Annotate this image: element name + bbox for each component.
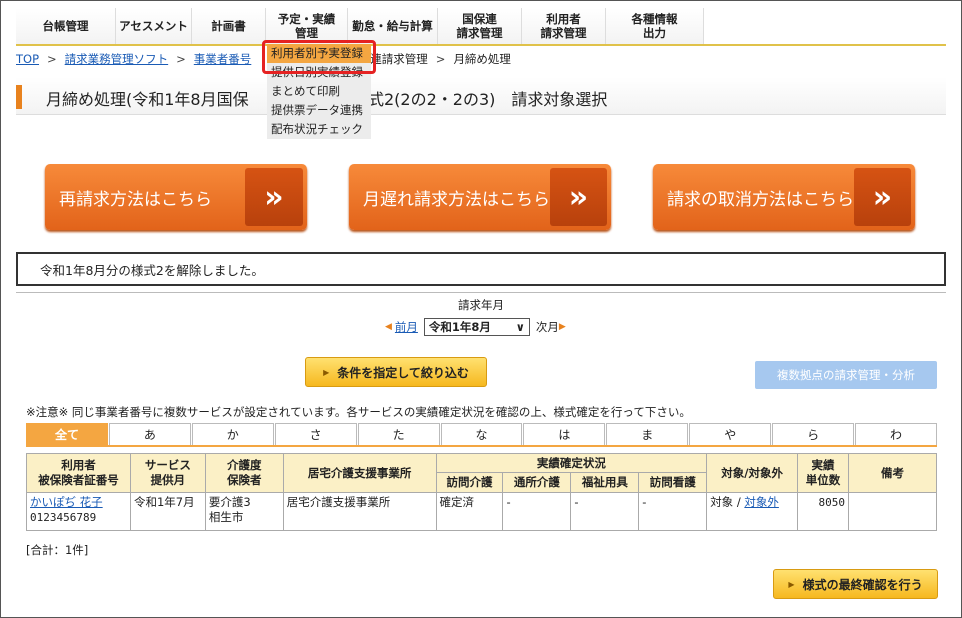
filter-conditions-button[interactable]: ▶ 条件を指定して絞り込む [305,357,487,387]
menu-item-distribution-check[interactable]: 配布状況チェック [267,120,371,139]
care-level: 要介護3 [208,495,251,509]
header-remarks: 備考 [848,453,937,493]
page-title-bar: 月締め処理(令和1年8月国保 式2(2の2・2の3) 請求対象選択 [16,77,946,115]
menu-item-batch-print[interactable]: まとめて印刷 [267,82,371,101]
insurer: 相生市 [208,510,244,524]
target-label: 対象 [710,495,734,509]
target-separator: / [733,495,745,509]
header-service-month: サービス 提供月 [129,453,206,493]
page-title-part1: 月締め処理(令和1年8月国保 [46,90,249,109]
title-accent [16,85,22,109]
page-title-part2: 式2(2の2・2の3) 請求対象選択 [368,90,608,109]
header-user: 利用者 被保険者証番号 [26,453,131,493]
insured-number: 0123456789 [30,511,97,524]
header-target: 対象/対象外 [706,453,799,493]
multi-site-billing-button[interactable]: 複数拠点の請求管理・分析 [755,361,937,389]
breadcrumb-separator: > [435,52,446,66]
prev-month-link[interactable]: 前月 [395,319,418,335]
menu-item-data-link[interactable]: 提供票データ連携 [267,101,371,120]
tab-ma[interactable]: ま [606,423,689,445]
nav-kokuho[interactable]: 国保連 請求管理 [438,8,522,44]
rebill-method-label: 再請求方法はこちら [59,189,212,210]
user-name-link[interactable]: かいぽぢ 花子 [30,495,103,509]
final-confirm-button[interactable]: ▶ 様式の最終確認を行う [773,569,938,599]
breadcrumb-current: 月締め処理 [453,52,511,66]
cell-care-level: 要介護3 相生市 [204,492,284,531]
nav-attendance[interactable]: 勤怠・給与計算 [348,8,438,44]
status-message: 令和1年8月分の様式2を解除しました。 [16,252,946,286]
nav-ledger[interactable]: 台帳管理 [16,8,116,44]
header-status-group: 実績確定状況 [435,453,708,473]
billing-month-label: 請求年月 [458,298,504,312]
cell-units: 8050 [797,492,850,531]
tab-a[interactable]: あ [108,423,191,445]
tab-ka[interactable]: か [191,423,274,445]
cell-status-day-care: - [502,492,572,531]
month-selector: ◀ 前月 令和1年8月 ∨ 次月 ▶ [385,318,566,336]
billing-target-table: 利用者 被保険者証番号 サービス 提供月 介護度 保険者 居宅介護支援事業所 実… [26,453,937,531]
cell-remarks [848,492,937,531]
nav-plan[interactable]: 計画書 [192,8,266,44]
header-status-home-care: 訪問介護 [435,472,504,493]
double-chevron-right-icon: » [245,168,303,226]
next-month-label[interactable]: 次月 [536,319,559,335]
breadcrumb-office[interactable]: 事業者番号 [194,51,252,67]
triangle-left-icon: ◀ [385,322,392,332]
cancel-bill-method-label: 請求の取消方法はこちら [667,189,854,210]
billing-month-value: 令和1年8月 [428,320,491,334]
triangle-right-icon: ▶ [788,579,795,589]
nav-info-output[interactable]: 各種情報 出力 [606,8,704,44]
cell-target: 対象 / 対象外 [706,492,799,531]
tab-all[interactable]: 全て [26,423,108,445]
header-status-welfare: 福祉用具 [570,472,640,493]
filter-conditions-label: 条件を指定して絞り込む [337,365,469,380]
double-chevron-right-icon: » [854,168,911,226]
cell-care-office: 居宅介護支援事業所 [282,492,437,531]
late-bill-method-label: 月遅れ請求方法はこちら [363,189,550,210]
billing-month-select[interactable]: 令和1年8月 ∨ [423,318,530,336]
header-care-office: 居宅介護支援事業所 [282,453,437,493]
header-status-day-care: 通所介護 [502,472,572,493]
triangle-right-icon: ▶ [323,367,330,377]
non-target-link[interactable]: 対象外 [744,495,779,509]
tab-ta[interactable]: た [357,423,440,445]
cancel-bill-method-button[interactable]: 請求の取消方法はこちら » [653,164,915,230]
table-row: かいぽぢ 花子 0123456789 令和1年7月 要介護3 相生市 居宅介護支… [26,492,937,531]
tab-wa[interactable]: わ [855,423,937,445]
rebill-method-button[interactable]: 再請求方法はこちら » [45,164,307,230]
page-title: 月締め処理(令和1年8月国保 式2(2の2・2の3) 請求対象選択 [46,86,607,110]
cell-status-welfare: - [570,492,640,531]
breadcrumb-separator: > [176,52,186,66]
late-bill-method-button[interactable]: 月遅れ請求方法はこちら » [349,164,611,230]
cell-status-nursing: - [638,492,708,531]
tab-ra[interactable]: ら [772,423,855,445]
nav-schedule[interactable]: 予定・実績 管理 [266,8,348,44]
header-care-level: 介護度 保険者 [204,453,284,493]
top-nav: 台帳管理 アセスメント 計画書 予定・実績 管理 勤怠・給与計算 国保連 請求管… [16,8,946,46]
units-value: 8050 [818,496,846,509]
total-count: [合計：1件] [26,543,89,557]
triangle-right-icon: ▶ [558,322,566,332]
chevron-down-icon: ∨ [515,320,525,334]
nav-user-billing[interactable]: 利用者 請求管理 [522,8,606,44]
double-chevron-right-icon: » [550,168,607,226]
breadcrumb-top[interactable]: TOP [16,52,39,66]
notice-text: ※注意※ 同じ事業者番号に複数サービスが設定されています。各サービスの実績確定状… [26,405,691,419]
header-units: 実績 単位数 [797,453,850,493]
breadcrumb-software[interactable]: 請求業務管理ソフト [65,51,169,67]
cell-service-month: 令和1年7月 [129,492,206,531]
tab-na[interactable]: な [440,423,523,445]
breadcrumb-separator: > [47,52,57,66]
tab-ha[interactable]: は [523,423,606,445]
header-status-nursing: 訪問看護 [638,472,708,493]
nav-assessment[interactable]: アセスメント [116,8,192,44]
final-confirm-label: 様式の最終確認を行う [802,577,923,592]
kana-tabs: 全て あ か さ た な は ま や ら わ [26,423,937,447]
cell-status-home-care: 確定済 [435,492,504,531]
tab-sa[interactable]: さ [274,423,357,445]
tab-ya[interactable]: や [689,423,772,445]
highlight-box [262,40,376,74]
cell-user: かいぽぢ 花子 0123456789 [26,492,131,531]
divider [16,292,946,293]
